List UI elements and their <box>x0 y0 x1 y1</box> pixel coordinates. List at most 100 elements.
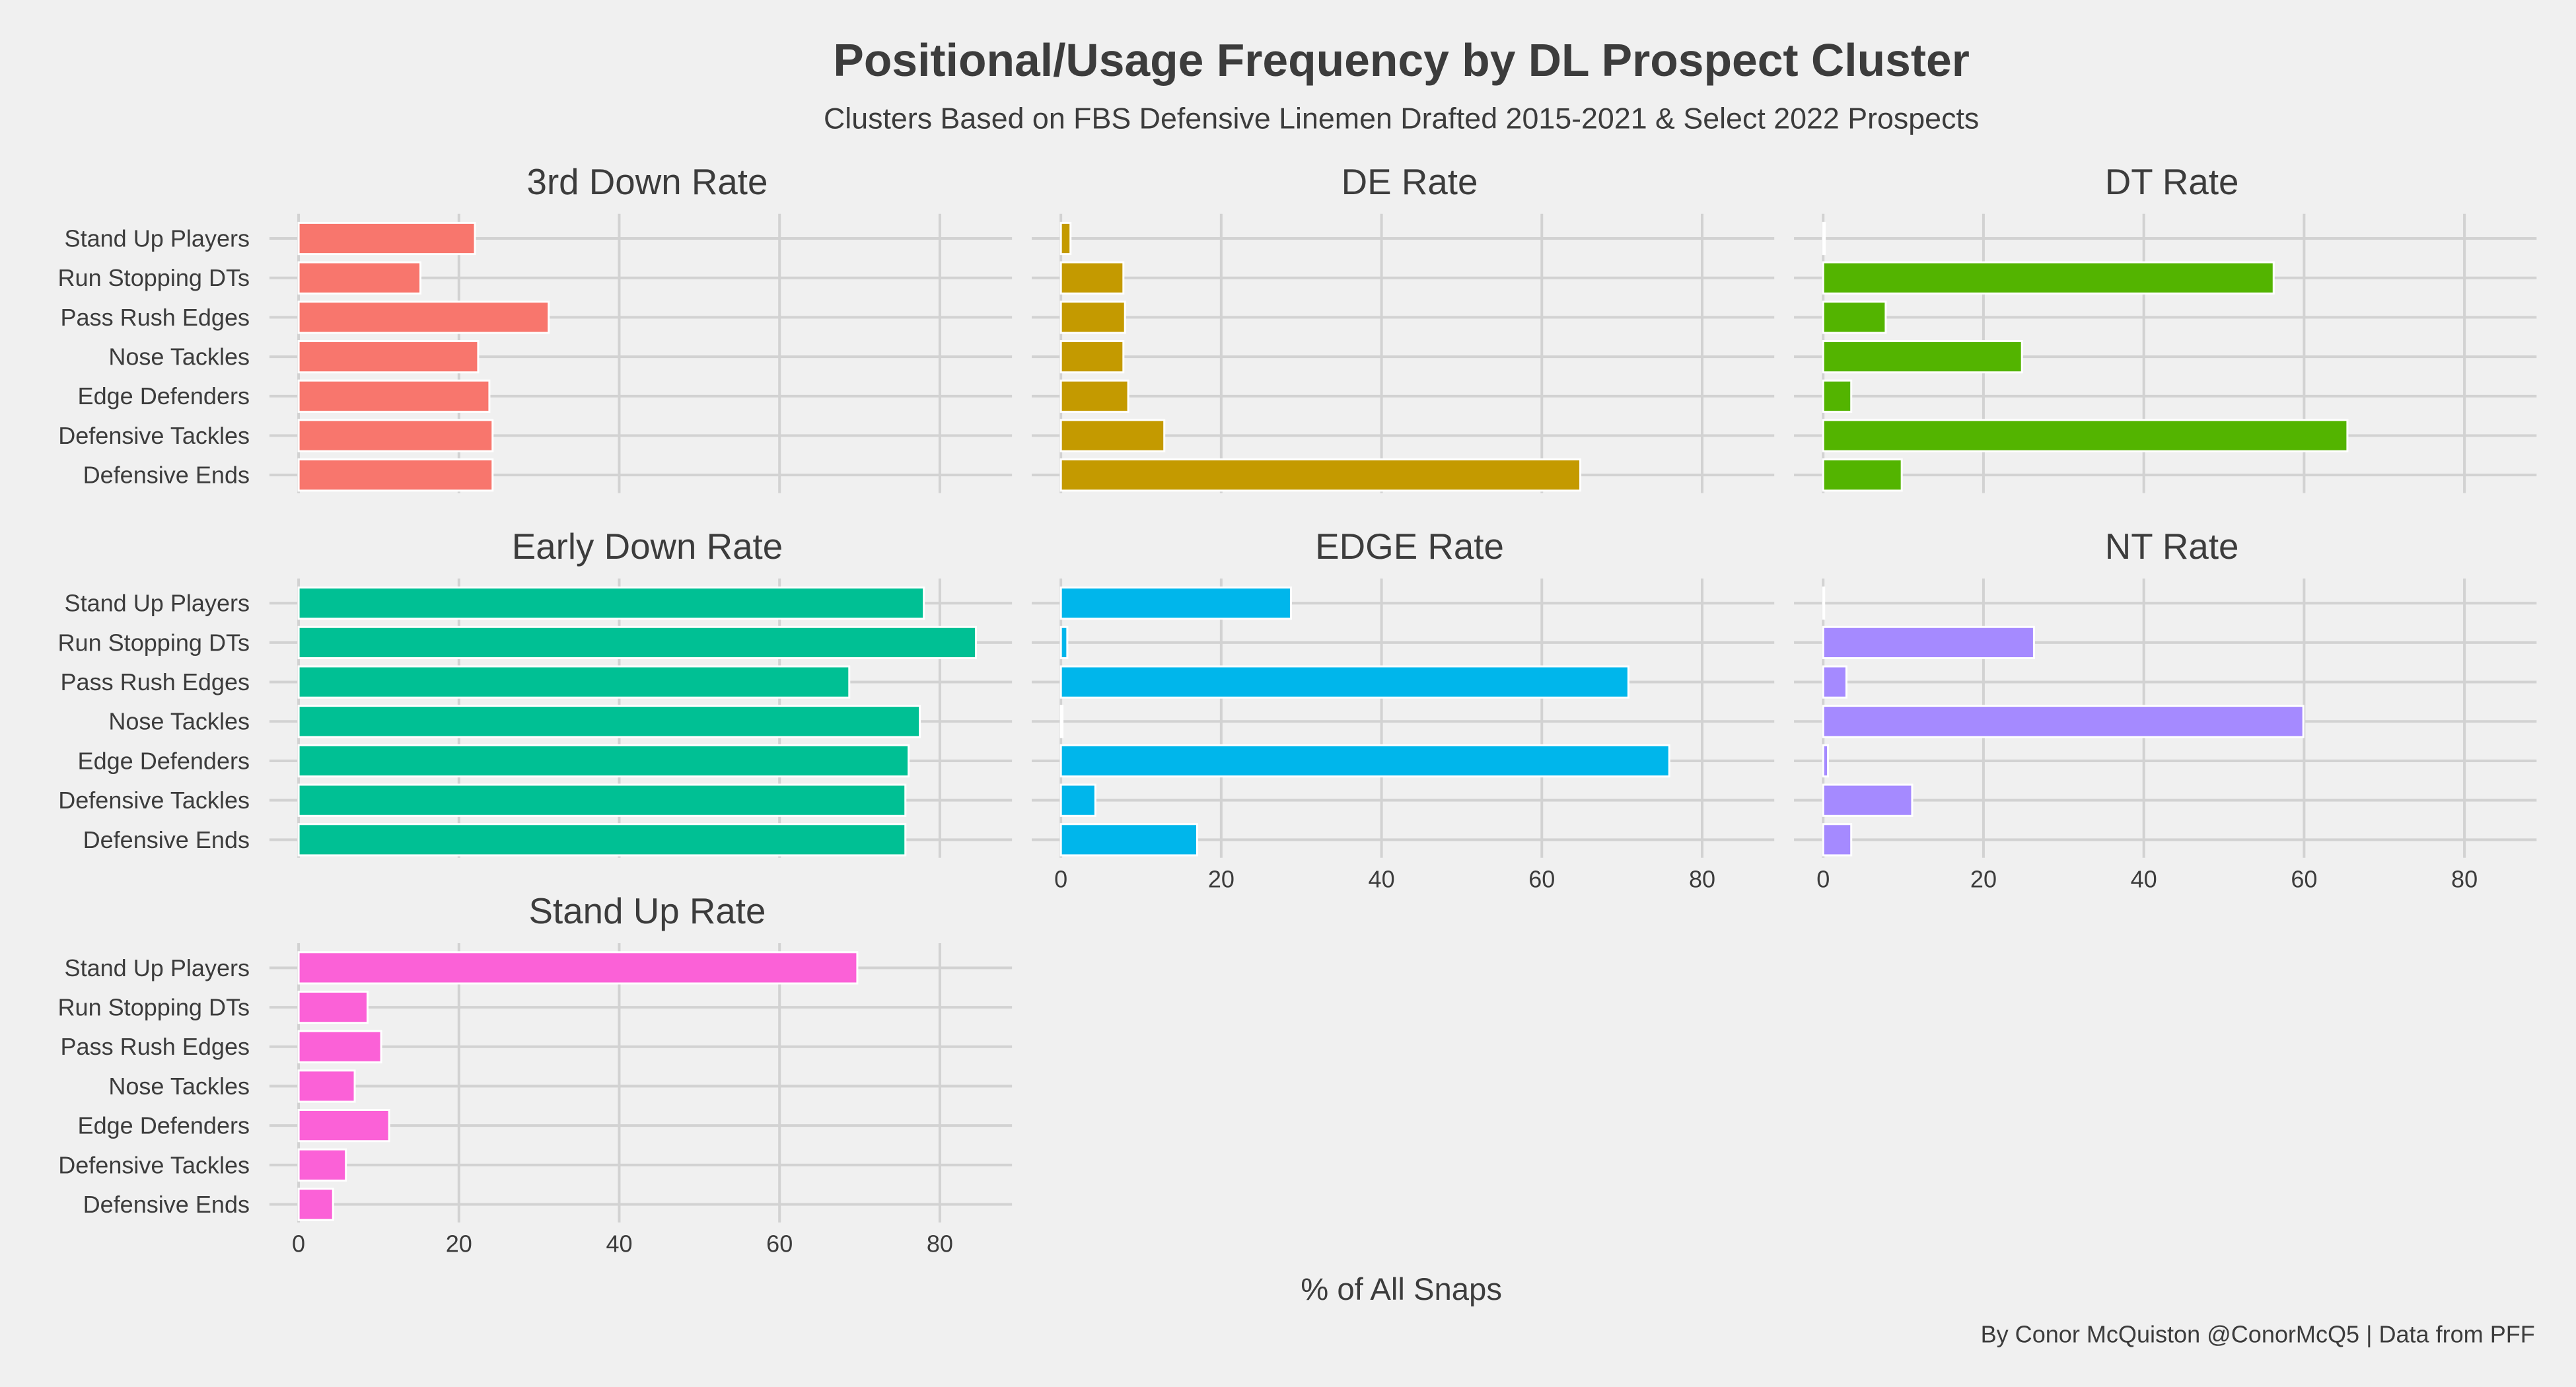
y-tick-label: Pass Rush Edges <box>61 668 250 695</box>
y-tick-label: Nose Tackles <box>108 1073 250 1100</box>
bar <box>297 665 851 699</box>
y-tick-label: Run Stopping DTs <box>58 629 250 656</box>
x-tick-label: 0 <box>1816 865 1830 892</box>
panel-title: DT Rate <box>2105 161 2239 202</box>
x-tick-label: 0 <box>292 1230 305 1258</box>
panel-edge-rate: EDGE Rate 0 20 40 60 80 <box>1031 526 1775 892</box>
bar <box>1059 458 1582 492</box>
bar <box>1822 744 1830 778</box>
bar <box>1059 379 1129 413</box>
bar <box>297 419 494 452</box>
x-tick-label: 20 <box>1970 865 1997 892</box>
bar <box>1822 823 1853 857</box>
bar <box>297 1188 334 1221</box>
bar <box>1059 783 1096 817</box>
y-tick-label: Defensive Tackles <box>58 422 250 449</box>
bar <box>1822 221 1826 256</box>
y-tick-label: Stand Up Players <box>65 954 250 981</box>
bar <box>297 379 491 413</box>
bar <box>1822 705 2305 738</box>
panel-title: EDGE Rate <box>1315 526 1504 567</box>
panel-3rd-down-rate: 3rd Down Rate Stand Up Players Run Stoppin… <box>58 161 1013 493</box>
panel-early-down-rate: Early Down Rate Stand Up Players Run Stopp… <box>58 526 1013 858</box>
x-tick-label: 20 <box>1208 865 1234 892</box>
faceted-bar-chart: Positional/Usage Frequency by DL Prospec… <box>58 34 2537 1347</box>
bar <box>1822 783 1914 817</box>
y-tick-label: Defensive Ends <box>83 1191 250 1218</box>
y-tick-label: Pass Rush Edges <box>61 1033 250 1060</box>
bar <box>1822 665 1847 699</box>
y-tick-label: Defensive Ends <box>83 462 250 489</box>
bar <box>1059 625 1069 660</box>
y-tick-label: Defensive Tackles <box>58 787 250 814</box>
panel-stand-up-rate: Stand Up Rate Stand Up Players Run Stoppin… <box>58 890 1013 1258</box>
y-tick-label: Edge Defenders <box>78 1112 250 1139</box>
bar <box>297 705 921 738</box>
panel-title: DE Rate <box>1342 161 1478 202</box>
bar <box>1059 705 1064 738</box>
panel-title: 3rd Down Rate <box>527 161 768 202</box>
panel-title: Stand Up Rate <box>529 890 766 931</box>
bar <box>1822 301 1887 334</box>
bar <box>297 261 422 295</box>
x-axis-label: % of All Snaps <box>1301 1272 1502 1307</box>
bar <box>1822 261 2275 295</box>
y-tick-label: Defensive Ends <box>83 826 250 853</box>
bar <box>297 339 480 374</box>
bar <box>1059 665 1629 699</box>
panel-de-rate: DE Rate <box>1031 161 1775 493</box>
bar <box>1059 221 1072 256</box>
bar <box>1059 301 1126 334</box>
chart-subtitle: Clusters Based on FBS Defensive Linemen … <box>824 102 1979 135</box>
y-tick-label: Nose Tackles <box>108 708 250 735</box>
bar <box>297 625 978 660</box>
y-tick-label: Stand Up Players <box>65 590 250 617</box>
y-tick-label: Nose Tackles <box>108 343 250 371</box>
x-tick-label: 40 <box>1369 865 1395 892</box>
panel-title: Early Down Rate <box>512 526 783 567</box>
bar <box>1822 625 2035 660</box>
y-tick-label: Defensive Tackles <box>58 1151 250 1178</box>
bar <box>297 990 369 1024</box>
panels: 3rd Down Rate Stand Up Players Run Stoppin… <box>58 161 2537 1258</box>
y-tick-label: Edge Defenders <box>78 747 250 774</box>
bar <box>1059 339 1125 374</box>
x-tick-label: 80 <box>2451 865 2478 892</box>
y-tick-label: Pass Rush Edges <box>61 304 250 331</box>
bar <box>297 1030 382 1063</box>
y-tick-label: Run Stopping DTs <box>58 264 250 291</box>
bar <box>1822 587 1826 620</box>
x-tick-label: 60 <box>2291 865 2317 892</box>
bar <box>1822 339 2023 374</box>
bar <box>1822 458 1903 492</box>
x-tick-label: 20 <box>446 1230 472 1258</box>
x-tick-label: 40 <box>2131 865 2157 892</box>
bar <box>1059 744 1670 778</box>
bar <box>1059 261 1125 295</box>
y-tick-label: Stand Up Players <box>65 225 250 252</box>
x-tick-label: 60 <box>1528 865 1555 892</box>
bar <box>297 783 907 817</box>
x-tick-label: 80 <box>1689 865 1715 892</box>
x-tick-label: 80 <box>927 1230 953 1258</box>
bar <box>1059 823 1198 857</box>
bar <box>297 1069 356 1103</box>
panel-dt-rate: DT Rate <box>1794 161 2537 493</box>
bar <box>1822 379 1853 413</box>
bar <box>297 301 550 334</box>
x-tick-label: 60 <box>766 1230 793 1258</box>
bar <box>1059 419 1166 452</box>
bar <box>1822 419 2349 452</box>
bar <box>297 221 476 256</box>
x-tick-label: 40 <box>606 1230 632 1258</box>
bar <box>297 823 907 857</box>
caption: By Conor McQuiston @ConorMcQ5 | Data fro… <box>1981 1320 2535 1347</box>
bar <box>297 587 925 620</box>
bar <box>297 744 910 778</box>
panel-title: NT Rate <box>2105 526 2239 567</box>
bar <box>1059 587 1292 620</box>
y-tick-label: Edge Defenders <box>78 382 250 409</box>
bar <box>297 951 859 985</box>
chart-title: Positional/Usage Frequency by DL Prospec… <box>833 34 1969 86</box>
panel-nt-rate: NT Rate 0 20 40 60 80 <box>1794 526 2537 892</box>
